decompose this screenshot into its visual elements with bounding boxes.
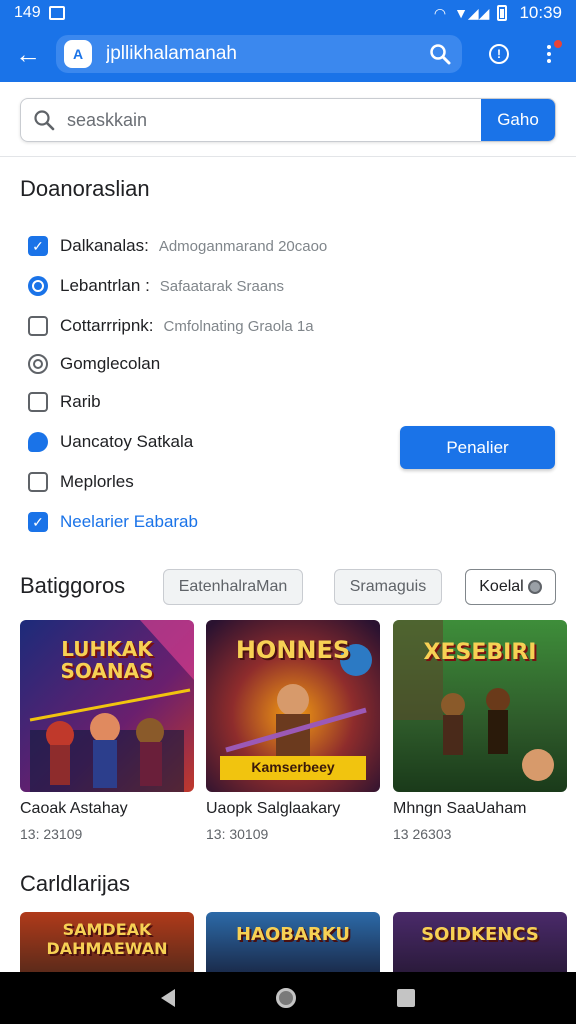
status-time-left: 149 [14,4,41,21]
wifi-icon: ◠ [433,4,447,21]
game-art-title: XESEBIRI [423,640,537,665]
search-bar: Gaho [20,98,556,142]
game-art-title: HONNES [235,636,351,664]
game-thumbnail: HONNES Kamserbeey [206,620,380,792]
game-title: Caoak Astahay [20,800,128,817]
toggle-dot-icon [527,580,542,594]
system-nav-bar [0,972,576,1024]
chip-label: Koelal [479,578,524,595]
categories-section-title: Carldlarijas [20,871,131,896]
option-label: Lebantrlan : [60,276,150,295]
status-bar: 149 ◠ ▼◢◢ 10:39 [0,0,576,26]
nav-recents-icon[interactable] [397,989,416,1007]
game-card[interactable]: HONNES Kamserbeey Uaopk Salglaakary 13: … [206,620,380,842]
filter-chip[interactable]: Sramaguis [334,569,442,605]
game-meta: 13: 23109 [20,826,83,842]
game-thumbnail: XESEBIRI [393,620,567,792]
category-thumbnail[interactable]: SOIDKENCS [393,912,567,974]
option-label: Meplorles [60,472,134,491]
checkbox-checked-icon[interactable]: ✓ [28,236,48,256]
radio-on-icon[interactable] [28,276,48,296]
game-title: Uaopk Salglaakary [206,800,341,817]
option-item[interactable]: Lebantrlan : Safaatarak Sraans [28,273,284,299]
checkbox-unchecked-icon[interactable] [28,472,48,492]
search-go-button[interactable]: Gaho [481,99,555,141]
search-input[interactable] [67,99,481,141]
option-item[interactable]: Cottarrripnk: Cmfolnating Graola 1a [28,313,314,339]
notification-icon [48,6,65,20]
game-meta: 13: 30109 [206,826,269,842]
divider [0,156,576,157]
option-item[interactable]: Gomglecolan [28,351,160,377]
option-label: Dalkanalas: [60,236,149,255]
option-label: Gomglecolan [60,354,161,373]
option-sublabel: Cmfolnating Graola 1a [163,317,314,335]
category-art-title: HAOBARKU [235,924,351,945]
option-sublabel: Admoganmarand 20caoo [158,237,328,255]
game-art-title: LUHKAK SOANAS [60,637,154,683]
category-art-title: SAMDEAK DAHMAEWAN [46,920,168,958]
game-card[interactable]: XESEBIRI Mhngn SaaUaham 13 26303 [393,620,567,842]
back-arrow-icon[interactable]: ← [0,26,56,82]
option-sublabel: Safaatarak Sraans [159,277,285,295]
filter-chip-selected[interactable]: Koelal [465,569,556,605]
game-thumbnail: LUHKAK SOANAS [20,620,194,792]
app-bar: ← A jpllikhalamanah ! [0,26,576,82]
category-art-title: SOIDKENCS [421,924,539,945]
radio-off-icon[interactable] [28,354,48,374]
url-bar[interactable]: A jpllikhalamanah [56,35,462,73]
option-label: Rarib [60,392,101,411]
search-icon[interactable] [426,40,454,68]
more-vert-icon [547,45,551,63]
site-icon: A [64,40,92,68]
nav-home-icon[interactable] [275,988,296,1008]
url-text[interactable]: jpllikhalamanah [106,43,426,65]
option-item[interactable]: Rarib [28,389,101,415]
option-item[interactable]: Uancatoy Satkala [28,429,193,455]
game-card[interactable]: LUHKAK SOANAS Caoak Astahay 13: 23109 [20,620,194,842]
nav-back-icon[interactable] [160,989,175,1007]
option-label: Neelarier Eabarab [60,512,198,531]
category-thumbnail[interactable]: SAMDEAK DAHMAEWAN [20,912,194,974]
game-art-banner: Kamserbeey [251,759,335,775]
shield-icon: ! [489,44,509,64]
status-clock: 10:39 [519,3,562,22]
notification-dot [554,40,562,48]
option-item[interactable]: ✓ Neelarier Eabarab [28,509,198,535]
filter-chip[interactable]: EatenhalraMan [163,569,303,605]
option-item[interactable]: ✓ Dalkanalas: Admoganmarand 20caoo [28,233,327,259]
category-thumbnail[interactable]: HAOBARKU [206,912,380,974]
checkbox-unchecked-icon[interactable] [28,392,48,412]
search-icon [21,99,67,141]
checkbox-unchecked-icon[interactable] [28,316,48,336]
primary-action-button[interactable]: Penalier [400,426,555,469]
menu-button[interactable] [524,26,574,82]
game-title: Mhngn SaaUaham [393,800,527,817]
bubble-icon[interactable] [28,432,48,452]
battery-icon [497,5,508,21]
option-item[interactable]: Meplorles [28,469,134,495]
option-label: Cottarrripnk: [60,316,154,335]
option-label: Uancatoy Satkala [60,432,194,451]
signal-icon: ▼◢◢ [454,4,490,21]
shield-button[interactable]: ! [474,26,524,82]
checkbox-checked-icon[interactable]: ✓ [28,512,48,532]
games-section-title: Batiggoros [20,573,126,598]
game-meta: 13 26303 [393,826,452,842]
options-section-title: Doanoraslian [20,176,150,201]
